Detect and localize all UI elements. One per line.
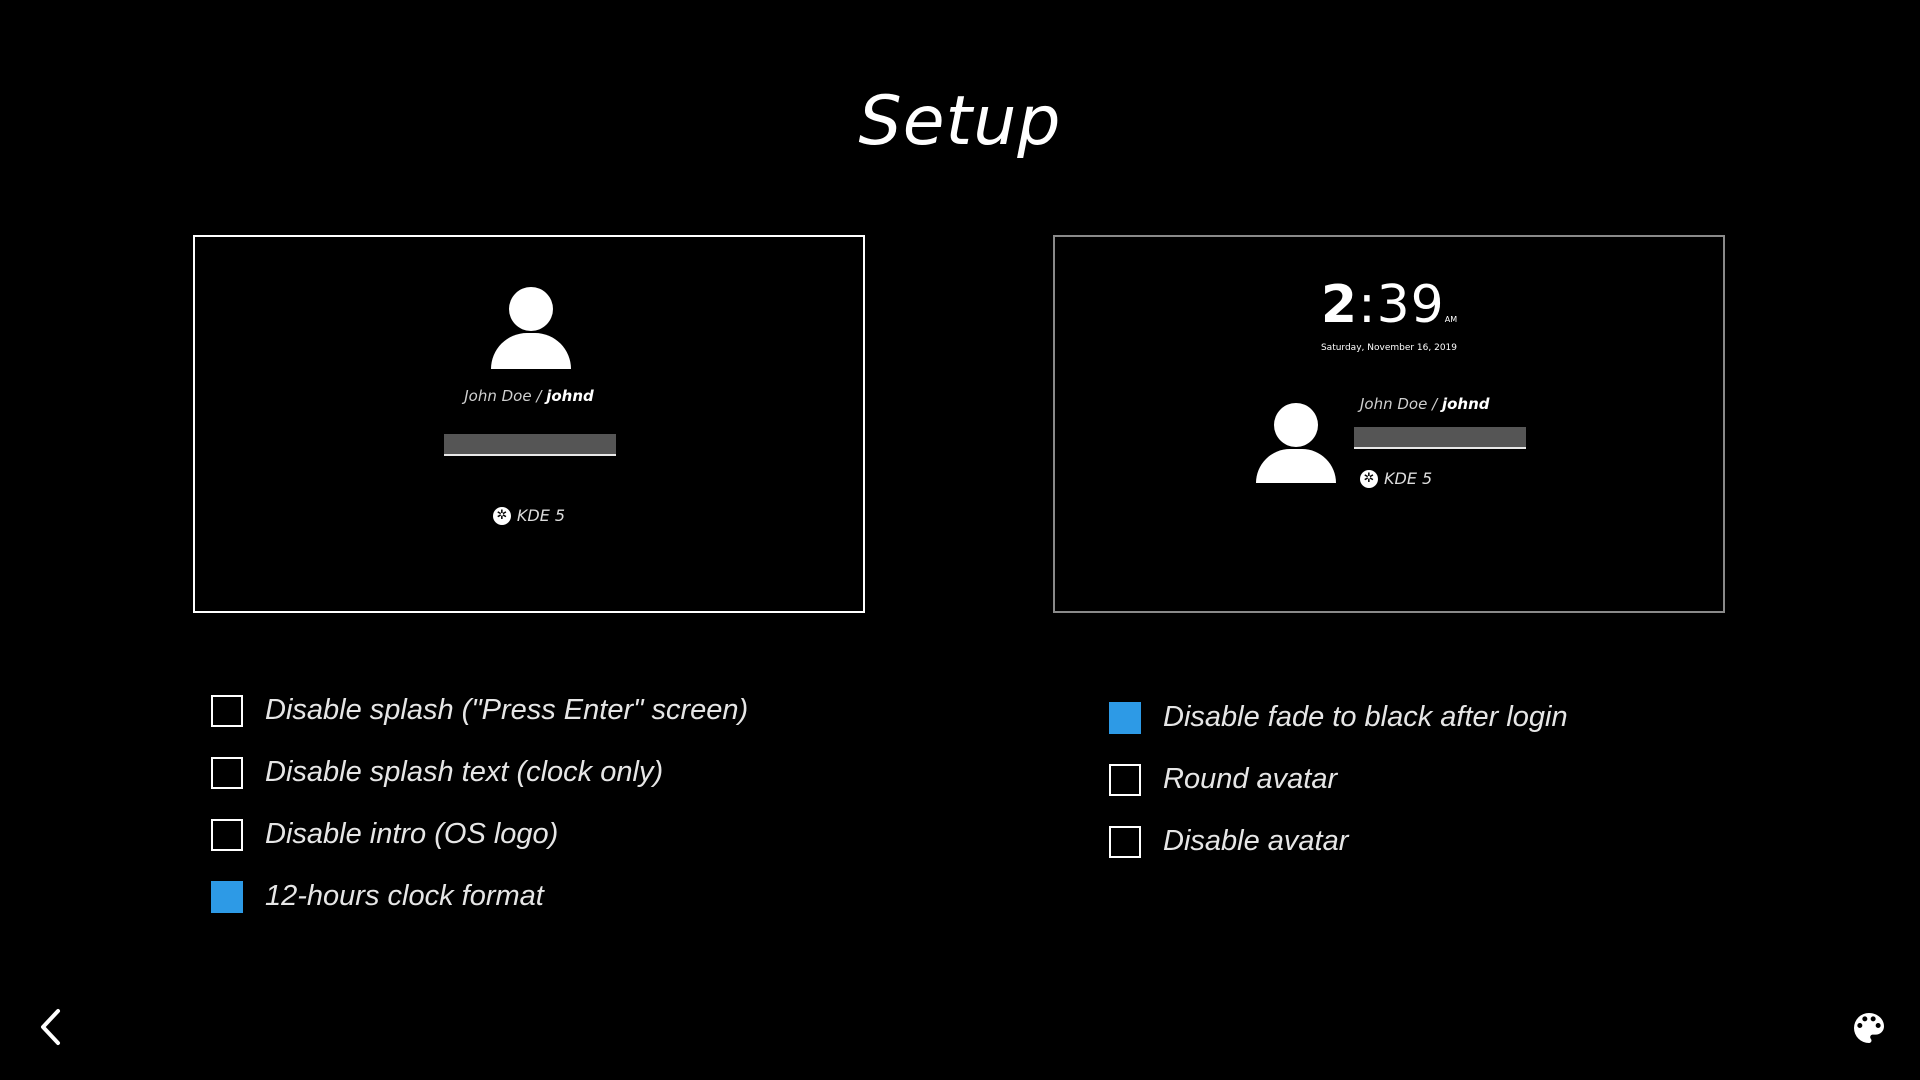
password-field-preview xyxy=(1354,427,1526,449)
option-12-hour-clock[interactable]: 12-hours clock format xyxy=(211,880,544,913)
option-disable-splash[interactable]: Disable splash ("Press Enter" screen) xyxy=(211,694,748,727)
option-label: Disable avatar xyxy=(1163,825,1349,857)
password-field-preview xyxy=(444,434,616,456)
option-label: Disable splash ("Press Enter" screen) xyxy=(265,694,749,726)
option-disable-avatar[interactable]: Disable avatar xyxy=(1109,825,1348,858)
checkbox[interactable] xyxy=(1109,763,1141,796)
clock-display: 2:39AM xyxy=(1320,275,1458,335)
option-disable-splash-text[interactable]: Disable splash text (clock only) xyxy=(211,756,663,789)
kde-icon: ✲ xyxy=(492,506,511,525)
checkbox[interactable] xyxy=(1109,825,1141,858)
page-title: Setup xyxy=(858,82,1062,161)
option-label: Disable splash text (clock only) xyxy=(265,756,664,788)
user-avatar-icon xyxy=(1256,403,1336,483)
session-selector-preview: ✲ KDE 5 xyxy=(1360,469,1432,488)
checkbox-checked[interactable] xyxy=(1109,701,1141,734)
option-label: 12-hours clock format xyxy=(265,880,544,912)
theme-button[interactable] xyxy=(1849,1008,1889,1048)
kde-icon: ✲ xyxy=(1360,469,1378,488)
user-name-label: John Doe / johnd xyxy=(464,387,594,405)
checkbox-checked[interactable] xyxy=(211,880,243,913)
layout-preview-centered[interactable]: John Doe / johnd ✲ KDE 5 xyxy=(193,235,865,613)
option-disable-intro[interactable]: Disable intro (OS logo) xyxy=(211,818,558,851)
option-round-avatar[interactable]: Round avatar xyxy=(1109,763,1337,796)
back-button[interactable] xyxy=(34,1005,68,1049)
option-label: Disable intro (OS logo) xyxy=(265,818,559,850)
checkbox[interactable] xyxy=(211,818,243,851)
checkbox[interactable] xyxy=(211,756,243,789)
option-disable-fade[interactable]: Disable fade to black after login xyxy=(1109,701,1568,734)
date-display: Saturday, November 16, 2019 xyxy=(1320,343,1458,353)
palette-icon xyxy=(1854,1013,1884,1043)
option-label: Disable fade to black after login xyxy=(1163,701,1568,733)
user-avatar-icon xyxy=(491,287,571,369)
chevron-left-icon xyxy=(41,1009,60,1045)
checkbox[interactable] xyxy=(211,694,243,727)
setup-page: Setup John Doe / johnd ✲ KDE 5 2:39AM Sa… xyxy=(0,0,1920,1080)
layout-preview-clock[interactable]: 2:39AM Saturday, November 16, 2019 John … xyxy=(1053,235,1725,613)
option-label: Round avatar xyxy=(1163,763,1338,795)
session-selector-preview: ✲ KDE 5 xyxy=(195,506,863,525)
user-name-label: John Doe / johnd xyxy=(1360,395,1490,413)
